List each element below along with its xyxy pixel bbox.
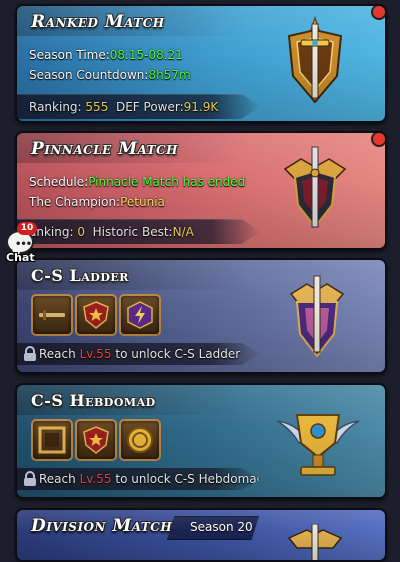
cs-hebdomad-title: C-S Hebdomad <box>31 391 156 410</box>
gold-coin-icon <box>127 427 153 453</box>
division-match-card[interactable]: Division Match Season 20 <box>15 508 387 562</box>
reach-suffix: to unlock C-S Ladder <box>115 347 241 361</box>
lightning-icon <box>127 301 153 329</box>
star-shield-icon <box>83 301 109 329</box>
ladder-reward-slot-2[interactable] <box>75 294 117 336</box>
ranked-notification-dot <box>371 6 385 20</box>
def-power-label: DEF Power: <box>115 100 184 114</box>
star-shield-icon <box>83 426 109 454</box>
schedule-value: Pinnacle Match has ended <box>88 175 246 189</box>
lock-icon <box>24 346 36 361</box>
hebdo-reward-slot-2[interactable] <box>75 419 117 461</box>
chat-label: Chat <box>6 251 35 264</box>
season-time-row: Season Time:08.15-08.21 <box>29 48 183 62</box>
ranked-match-title: Ranked Match <box>31 12 165 32</box>
pinnacle-info-bar: anking: 0 Historic Best:N/A <box>17 219 261 244</box>
pinnacle-match-card[interactable]: Pinnacle Match Schedule:Pinnacle Match h… <box>15 131 387 250</box>
reach-suffix: to unlock C-S Hebdomad <box>115 472 265 486</box>
pinnacle-stats: anking: 0 Historic Best:N/A <box>29 225 194 239</box>
champion-value: Petunia <box>120 195 165 209</box>
ranked-stats: Ranking: 555 DEF Power:91.9K <box>29 100 218 114</box>
lock-icon <box>24 471 36 486</box>
ranking-value: 0 <box>77 225 85 239</box>
sword-reward-icon <box>39 310 65 320</box>
cs-hebdomad-card[interactable]: C-S Hebdomad Reach Lv.55 to unlock C-S H… <box>15 383 387 499</box>
ladder-lock-bar: Reach Lv.55 to unlock C-S Ladder <box>17 343 261 365</box>
ranked-emblem-icon <box>287 16 343 104</box>
chat-dots: ••• <box>15 239 32 250</box>
ranked-info-bar: Ranking: 555 DEF Power:91.9K <box>17 94 261 119</box>
schedule-row: Schedule:Pinnacle Match has ended <box>29 175 245 189</box>
division-match-title: Division Match <box>31 516 173 536</box>
hebdo-unlock-text: Reach Lv.55 to unlock C-S Hebdomad <box>39 472 265 486</box>
season-tag: Season 20 <box>167 516 259 540</box>
historic-best-value: N/A <box>172 225 194 239</box>
required-level: Lv.55 <box>79 472 112 486</box>
champion-label: The Champion: <box>29 195 121 209</box>
reach-prefix: Reach <box>39 347 76 361</box>
season-countdown-row: Season Countdown:8h57m <box>29 68 191 82</box>
cs-ladder-emblem-icon <box>289 275 345 358</box>
pinnacle-notification-dot <box>371 133 385 147</box>
chat-unread-badge: 10 <box>17 222 37 235</box>
ranking-value: 555 <box>85 100 109 114</box>
chat-button[interactable]: ••• 10 Chat <box>2 222 37 264</box>
historic-best-label: Historic Best: <box>92 225 173 239</box>
pinnacle-emblem-icon <box>283 146 347 229</box>
season-countdown-value: 8h57m <box>148 68 191 82</box>
season-label: Season 20 <box>190 520 253 534</box>
season-time-value: 08.15-08.21 <box>109 48 183 62</box>
ladder-reward-slot-3[interactable] <box>119 294 161 336</box>
ladder-reward-slot-1[interactable] <box>31 294 73 336</box>
champion-row: The Champion:Petunia <box>29 195 165 209</box>
hebdo-reward-slot-1[interactable] <box>31 419 73 461</box>
season-time-label: Season Time: <box>29 48 110 62</box>
def-power-value: 91.9K <box>183 100 219 114</box>
cs-hebdomad-trophy-icon <box>276 414 360 476</box>
season-countdown-label: Season Countdown: <box>29 68 149 82</box>
ranked-match-card[interactable]: Ranked Match Season Time:08.15-08.21 Sea… <box>15 4 387 123</box>
schedule-label: Schedule: <box>29 175 89 189</box>
ranking-label: Ranking: <box>29 100 82 114</box>
required-level: Lv.55 <box>79 347 112 361</box>
reach-prefix: Reach <box>39 472 76 486</box>
cs-ladder-title: C-S Ladder <box>31 266 129 285</box>
hebdo-lock-bar: Reach Lv.55 to unlock C-S Hebdomad <box>17 468 261 490</box>
cs-ladder-card[interactable]: C-S Ladder Reach Lv.55 to unlock C-S Lad… <box>15 258 387 374</box>
pinnacle-match-title: Pinnacle Match <box>31 139 178 159</box>
frame-reward-icon <box>38 426 66 454</box>
hebdo-reward-slot-3[interactable] <box>119 419 161 461</box>
ladder-unlock-text: Reach Lv.55 to unlock C-S Ladder <box>39 347 240 361</box>
division-emblem-icon <box>287 524 343 560</box>
